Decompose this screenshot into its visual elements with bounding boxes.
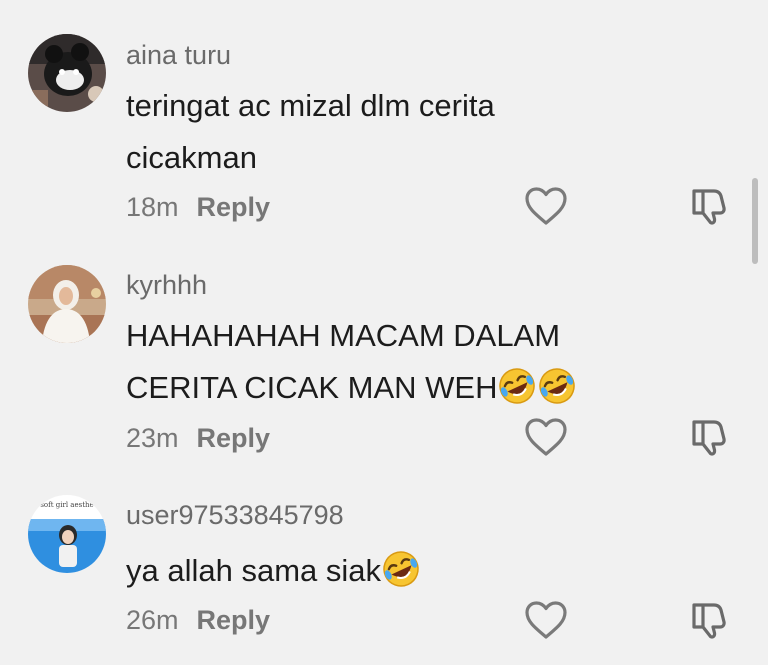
- comment-time: 26m: [126, 605, 179, 635]
- thumbs-down-outline-icon[interactable]: [690, 417, 730, 457]
- comment-username[interactable]: kyrhhh: [126, 270, 207, 301]
- comment-text-line: ya allah sama siak: [126, 545, 646, 597]
- rolling-on-floor-laughing-emoji-icon: [499, 368, 536, 404]
- comment-text: ya allah sama siak: [126, 545, 646, 597]
- soft-girl-avatar-icon: soft girl aesthe: [28, 495, 106, 573]
- rolling-on-floor-laughing-emoji-icon: [383, 551, 419, 587]
- thumbs-down-outline-icon[interactable]: [690, 600, 730, 640]
- comment-text-line: teringat ac mizal dlm cerita: [126, 88, 495, 123]
- avatar[interactable]: soft girl aesthe: [28, 495, 106, 573]
- avatar-caption: soft girl aesthe: [40, 501, 93, 509]
- comment-text-line: HAHAHAHAH MACAM DALAM: [126, 318, 561, 353]
- comment-text-line: cicakman: [126, 140, 257, 175]
- avatar[interactable]: [28, 265, 106, 343]
- comment-meta: 26m Reply: [126, 605, 270, 636]
- thumbs-down-outline-icon[interactable]: [690, 186, 730, 226]
- comment-time: 23m: [126, 423, 179, 453]
- comment-username[interactable]: aina turu: [126, 40, 231, 71]
- scrollbar[interactable]: [752, 178, 758, 264]
- plush-toy-avatar-icon: [28, 34, 106, 112]
- comment-text: HAHAHAHAH MACAM DALAM CERITA CICAK MAN W…: [126, 310, 646, 414]
- comment-text-fragment: CERITA CICAK MAN WEH: [126, 370, 498, 405]
- heart-outline-icon[interactable]: [524, 417, 568, 457]
- reply-button[interactable]: Reply: [197, 423, 271, 453]
- comment-meta: 18m Reply: [126, 192, 270, 223]
- comment-username[interactable]: user97533845798: [126, 500, 344, 531]
- comment-text-line: CERITA CICAK MAN WEH: [126, 362, 646, 414]
- person-hijab-avatar-icon: [28, 265, 106, 343]
- comment-time: 18m: [126, 192, 179, 222]
- reply-button[interactable]: Reply: [197, 192, 271, 222]
- reply-button[interactable]: Reply: [197, 605, 271, 635]
- comments-list: aina turu teringat ac mizal dlm cerita c…: [0, 0, 768, 665]
- heart-outline-icon[interactable]: [524, 186, 568, 226]
- comment-meta: 23m Reply: [126, 423, 270, 454]
- avatar[interactable]: [28, 34, 106, 112]
- heart-outline-icon[interactable]: [524, 600, 568, 640]
- comment-text-fragment: ya allah sama siak: [126, 553, 382, 588]
- rolling-on-floor-laughing-emoji-icon: [539, 368, 576, 404]
- comment-text: teringat ac mizal dlm cerita cicakman: [126, 80, 646, 184]
